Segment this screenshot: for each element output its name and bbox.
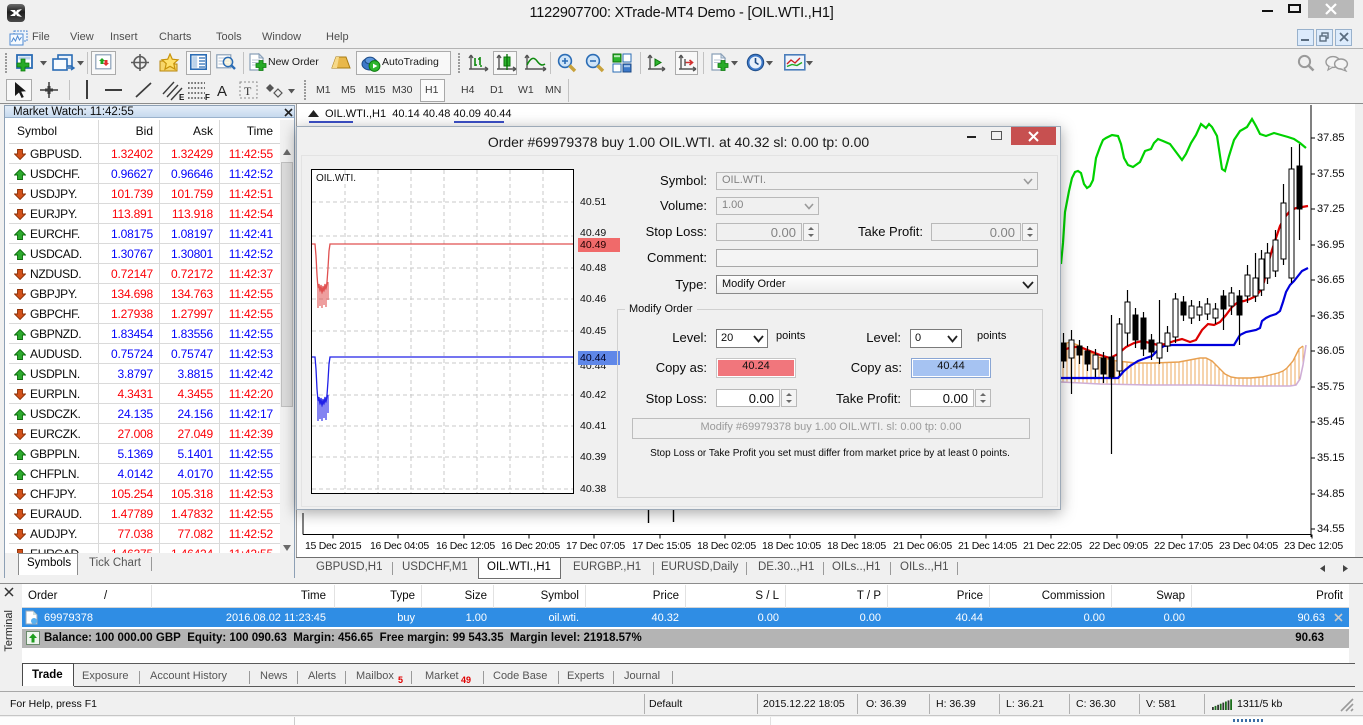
svg-text:T: T [244,84,252,98]
svg-text:F: F [205,93,210,101]
svg-text:E: E [179,93,185,101]
